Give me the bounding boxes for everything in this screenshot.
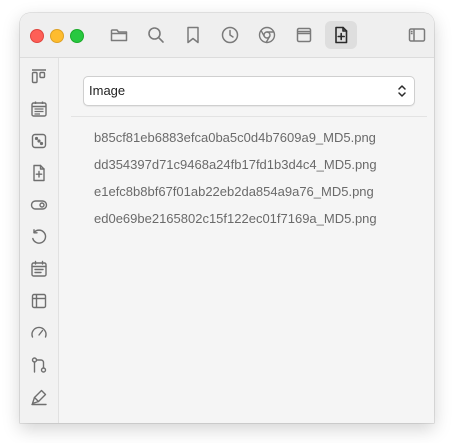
window-icon — [296, 27, 312, 43]
sidebar-git-button[interactable] — [26, 352, 52, 378]
sidebar-table-button[interactable] — [26, 288, 52, 314]
file-type-select-value: Image — [89, 83, 126, 98]
main-panel: Image b85cf81eb6883efca0ba5c0d4b7609a9_M… — [59, 58, 434, 423]
minimize-window-button[interactable] — [50, 29, 64, 43]
sidebar-history-button[interactable] — [26, 224, 52, 250]
toggle-icon — [30, 200, 48, 210]
calendar-list-icon — [31, 260, 47, 277]
toolbar-search-button[interactable] — [140, 21, 172, 49]
chrome-icon — [258, 26, 276, 44]
file-list-item[interactable]: e1efc8b8bf67f01ab22eb2da854a9a76_MD5.png — [94, 183, 377, 210]
close-window-button[interactable] — [30, 29, 44, 43]
table-icon — [31, 293, 47, 309]
file-list-item[interactable]: ed0e69be2165802c15f122ec01f7169a_MD5.png — [94, 210, 377, 237]
toolbar-sidebar-toggle-button[interactable] — [401, 21, 433, 49]
file-list-item[interactable]: b85cf81eb6883efca0ba5c0d4b7609a9_MD5.png — [94, 129, 377, 156]
sidebar-daily-notes-button[interactable] — [26, 256, 52, 282]
zoom-window-button[interactable] — [70, 29, 84, 43]
branch-icon — [31, 357, 47, 373]
undo-icon — [32, 229, 47, 244]
sidebar-new-file-button[interactable] — [26, 160, 52, 186]
toolbar-recent-button[interactable] — [214, 21, 246, 49]
add-document-icon — [335, 26, 348, 44]
highlighter-icon — [31, 389, 47, 406]
left-sidebar — [20, 58, 59, 423]
sidebar-calendar-button[interactable] — [26, 96, 52, 122]
toolbar-bookmarks-button[interactable] — [177, 21, 209, 49]
file-type-select[interactable]: Image — [83, 76, 415, 106]
chevron-updown-icon — [398, 85, 406, 97]
add-file-icon — [33, 164, 45, 182]
file-list: b85cf81eb6883efca0ba5c0d4b7609a9_MD5.png… — [94, 129, 377, 237]
app-window: Image b85cf81eb6883efca0ba5c0d4b7609a9_M… — [20, 13, 434, 423]
gauge-icon — [31, 326, 47, 338]
toolbar-window-button[interactable] — [288, 21, 320, 49]
toolbar-new-document-button[interactable] — [325, 21, 357, 49]
title-bar — [20, 13, 434, 58]
divider — [71, 116, 427, 117]
layout-columns-icon — [31, 69, 46, 84]
sidebar-layout-button[interactable] — [26, 64, 52, 90]
toolbar-files-button[interactable] — [103, 21, 135, 49]
bookmark-icon — [187, 26, 199, 44]
folder-icon — [110, 29, 128, 42]
sidebar-toggle-icon — [408, 28, 426, 42]
file-list-item[interactable]: dd354397d71c9468a24fb17fd1b3d4c4_MD5.png — [94, 156, 377, 183]
dice-icon — [31, 133, 47, 149]
toolbar-browser-button[interactable] — [251, 21, 283, 49]
sidebar-toggle-button[interactable] — [26, 192, 52, 218]
search-icon — [148, 27, 164, 43]
sidebar-random-button[interactable] — [26, 128, 52, 154]
calendar-icon — [31, 101, 47, 117]
sidebar-highlight-button[interactable] — [26, 384, 52, 410]
clock-icon — [221, 26, 239, 44]
sidebar-gauge-button[interactable] — [26, 320, 52, 346]
